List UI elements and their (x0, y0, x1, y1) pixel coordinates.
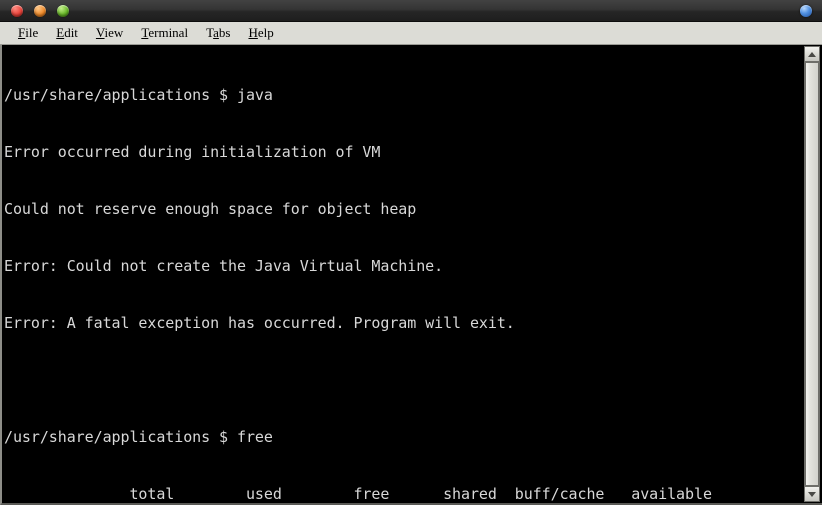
window-controls (11, 4, 69, 17)
scroll-up-button[interactable] (804, 46, 820, 62)
terminal-screen[interactable]: /usr/share/applications $ java Error occ… (2, 45, 802, 503)
terminal-scrollbar[interactable] (802, 45, 822, 503)
terminal-line: /usr/share/applications $ java (4, 86, 273, 104)
terminal-body: /usr/share/applications $ java Error occ… (0, 45, 822, 505)
menu-label-view: iew (104, 25, 124, 40)
menu-label-terminal: erminal (148, 25, 189, 40)
close-button-icon[interactable] (11, 4, 23, 17)
menu-item-help[interactable]: Help (239, 24, 282, 42)
menu-label-edit: dit (64, 25, 78, 40)
scrollbar-thumb[interactable] (805, 62, 819, 486)
terminal-line-table-header: total used free shared buff/cache availa… (4, 485, 712, 503)
window-titlebar (0, 0, 822, 22)
terminal-line: Error occurred during initialization of … (4, 143, 381, 161)
menu-item-terminal[interactable]: Terminal (132, 24, 197, 42)
menu-item-tabs[interactable]: Tabs (197, 24, 239, 42)
menu-mnemonic-view: V (95, 25, 105, 40)
titlebar-right-area (800, 4, 812, 17)
menu-item-view[interactable]: View (87, 24, 132, 42)
scroll-down-button[interactable] (804, 486, 820, 502)
menubar: File Edit View Terminal Tabs Help (0, 22, 822, 45)
terminal-line: Error: Could not create the Java Virtual… (4, 257, 444, 275)
menu-mnemonic-edit: E (56, 25, 65, 40)
terminal-line: Error: A fatal exception has occurred. P… (4, 314, 515, 332)
menu-item-edit[interactable]: Edit (47, 24, 87, 42)
menu-label-help: elp (257, 25, 274, 40)
scroll-up-icon (808, 51, 816, 57)
scrollbar-trough[interactable] (804, 62, 820, 486)
menu-label-file: ile (25, 25, 39, 40)
maximize-button-icon[interactable] (57, 4, 69, 17)
terminal-window: File Edit View Terminal Tabs Help /usr/s… (0, 0, 822, 505)
terminal-line: Could not reserve enough space for objec… (4, 200, 417, 218)
menu-label-tabs: bs (218, 25, 231, 40)
status-orb-icon[interactable] (800, 4, 812, 17)
terminal-output: /usr/share/applications $ java Error occ… (4, 48, 802, 503)
minimize-button-icon[interactable] (34, 4, 46, 17)
menu-mnemonic-help: H (248, 25, 258, 40)
menu-item-file[interactable]: File (9, 24, 47, 42)
terminal-line: /usr/share/applications $ free (4, 428, 273, 446)
scroll-down-icon (808, 491, 816, 497)
